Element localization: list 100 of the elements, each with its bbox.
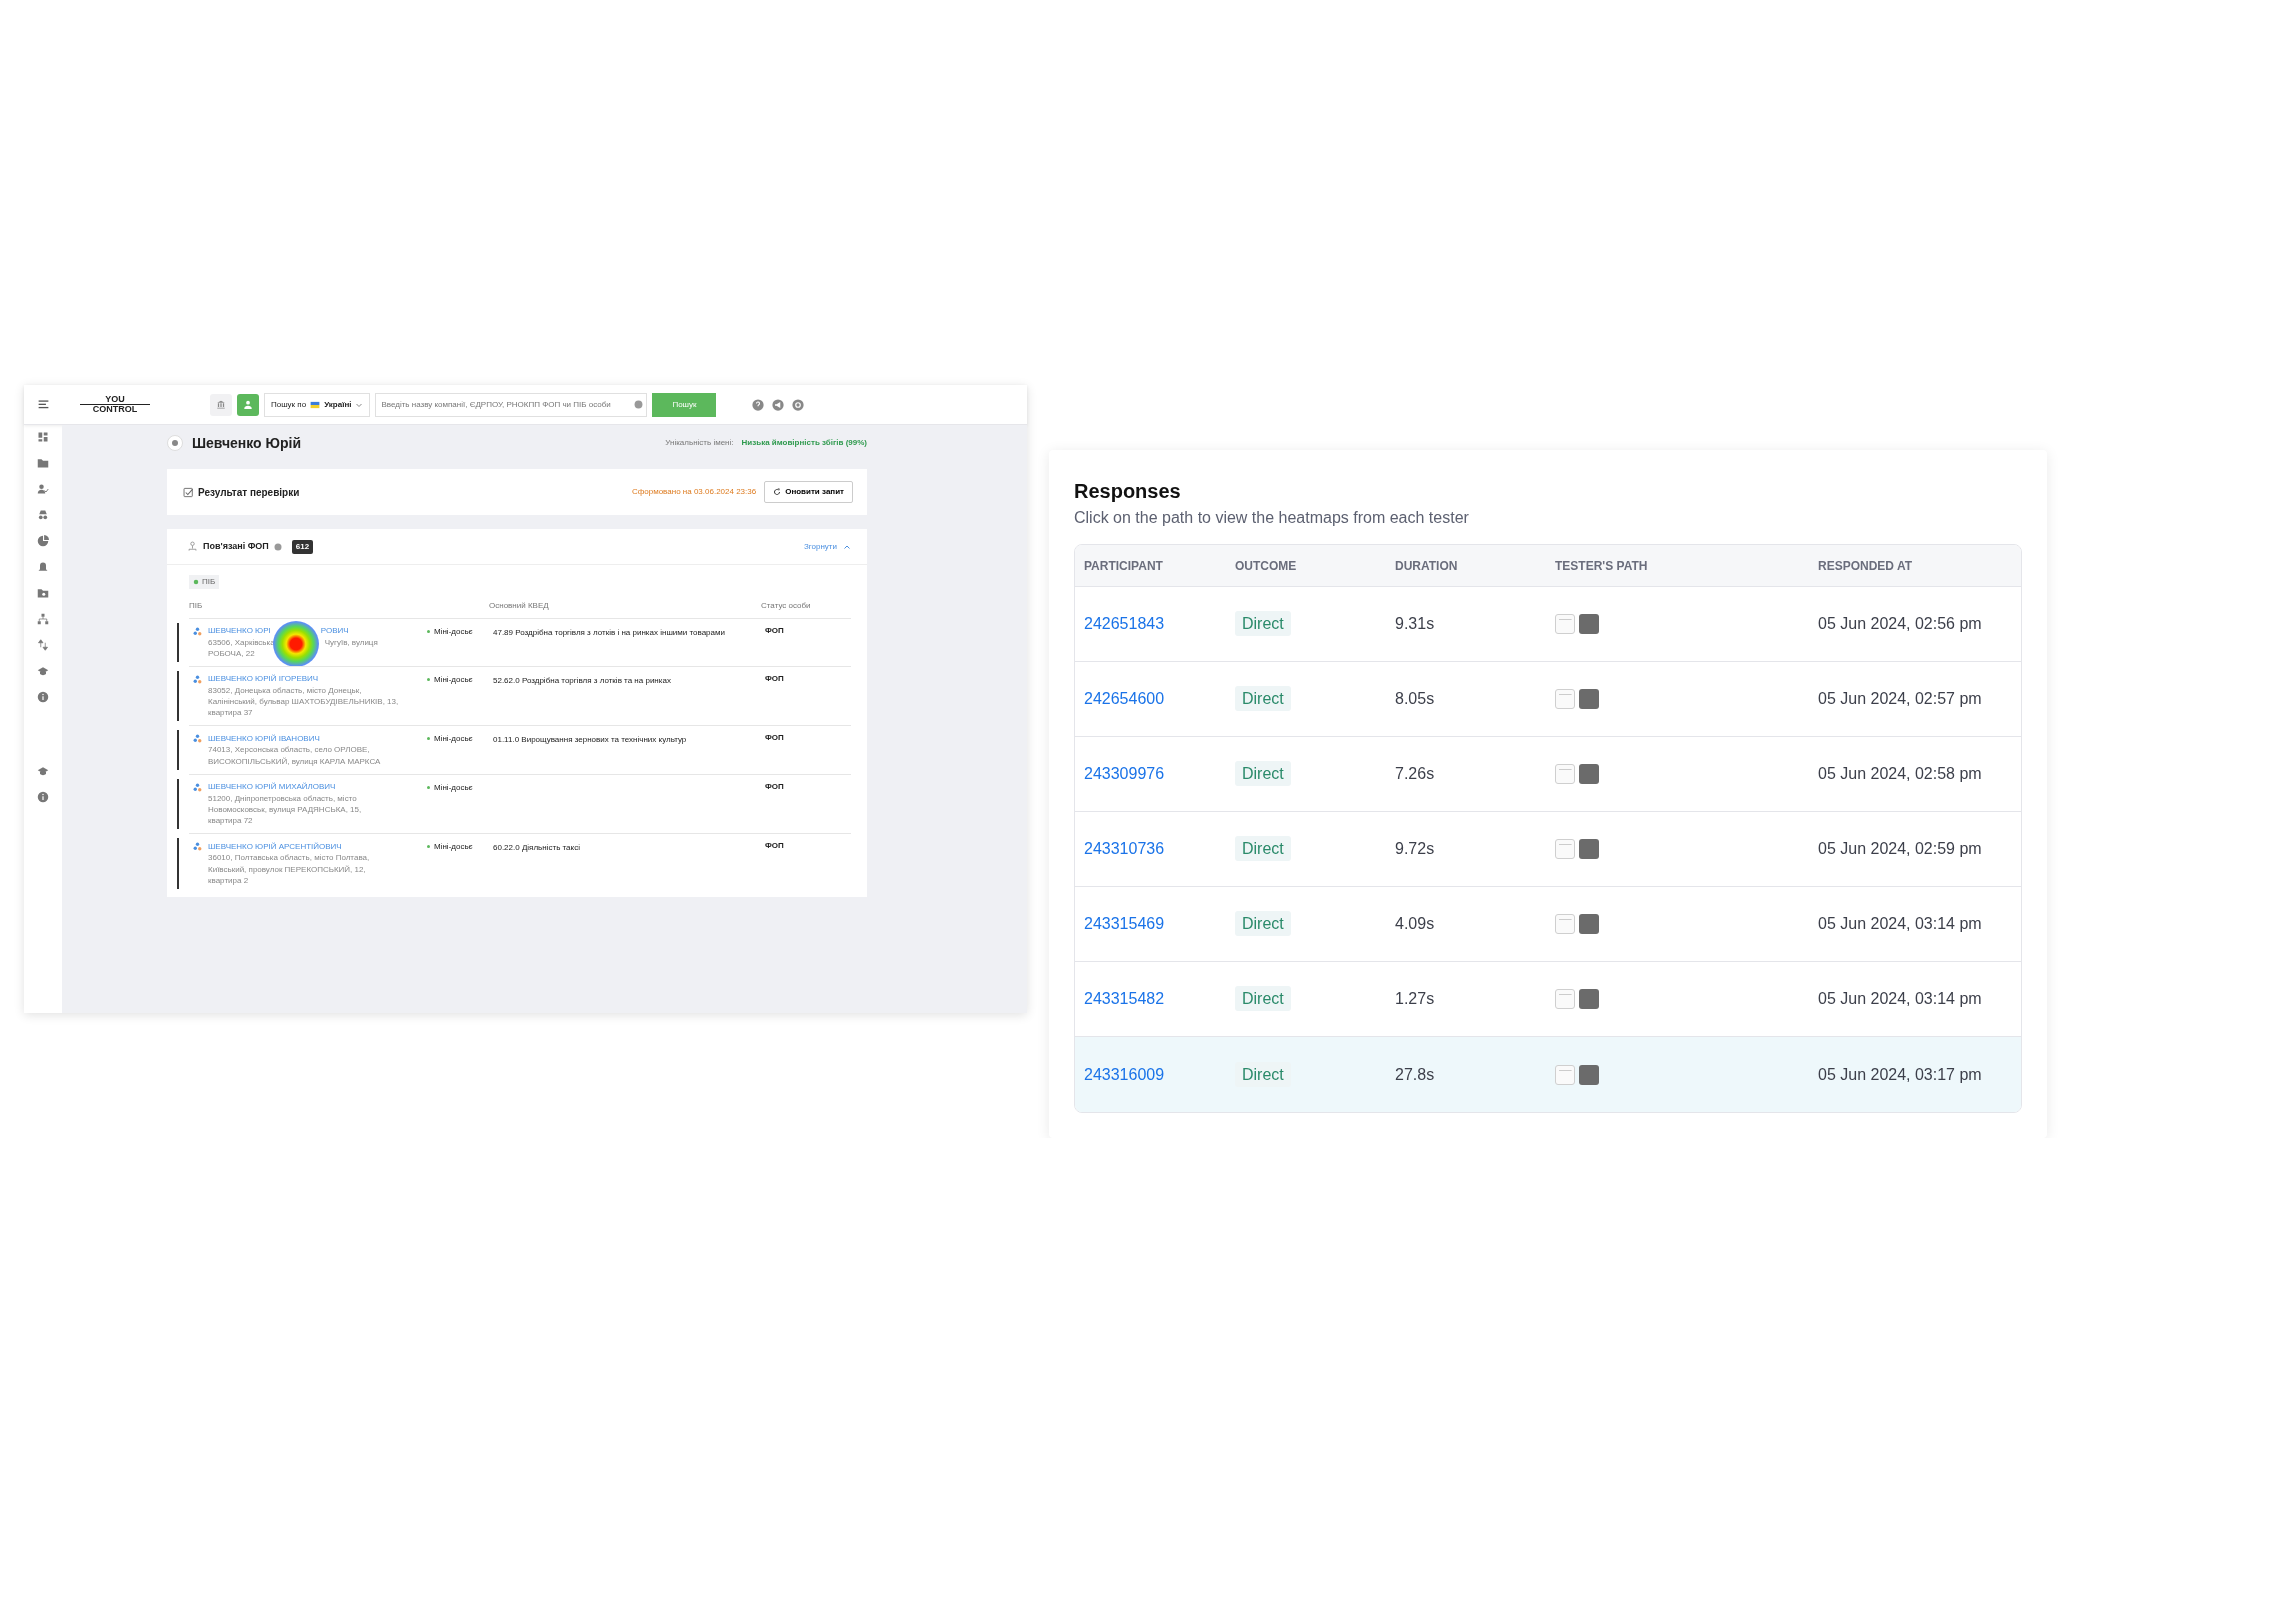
- avatar-icon: [167, 435, 183, 451]
- responded-cell-text: 05 Jun 2024, 03:17 pm: [1818, 1064, 1983, 1085]
- duration-cell-text: 9.72s: [1395, 839, 1436, 859]
- column-header: TESTER'S PATH: [1555, 557, 1649, 575]
- graduation-cap-icon[interactable]: [37, 665, 49, 677]
- dossier-link[interactable]: Міні-досьє: [434, 625, 473, 638]
- person-link[interactable]: РОВИЧ: [320, 625, 349, 637]
- search-field[interactable]: Введіть назву компанії, ЄДРПОУ, РНОКПП ФОП чи ПІБ особи: [375, 392, 648, 417]
- person-name: Шевченко Юрій: [192, 433, 302, 453]
- table-row[interactable]: 242651843 Direct 9.31s 05 Jun 2024, 02:56 pm: [1075, 587, 2021, 662]
- dark-thumbnail[interactable]: [1579, 1064, 1599, 1085]
- address-text: Київський, провулок ПЕРЕКОПСЬКИЙ, 12,: [208, 863, 366, 875]
- spy-icon[interactable]: [37, 509, 49, 521]
- dark-thumbnail[interactable]: [1579, 614, 1599, 634]
- building-icon: [216, 398, 226, 411]
- hierarchy-icon[interactable]: [37, 613, 49, 625]
- responded-cell-text: 05 Jun 2024, 02:56 pm: [1818, 614, 1983, 634]
- page-thumbnail[interactable]: [1555, 839, 1575, 859]
- participant-link[interactable]: 243310736: [1084, 840, 1165, 857]
- bell-icon[interactable]: [37, 561, 49, 573]
- duration-cell-text: 8.05s: [1395, 689, 1436, 709]
- dossier-link[interactable]: Міні-досьє: [434, 733, 473, 746]
- logo[interactable]: YOU CONTROL: [80, 394, 150, 415]
- person-button[interactable]: [237, 393, 259, 416]
- row-marker: [177, 838, 179, 889]
- page-thumbnail[interactable]: [1555, 614, 1575, 634]
- filter-chip[interactable]: ПІБ: [189, 575, 220, 589]
- table-row[interactable]: 243316009 Direct 27.8s 05 Jun 2024, 03:17 pm: [1075, 1037, 2021, 1112]
- refresh-button[interactable]: Оновити запит: [764, 481, 853, 503]
- megaphone-icon[interactable]: [772, 398, 785, 411]
- star-folder-icon[interactable]: [37, 587, 49, 599]
- address-text: Калінінський, бульвар ШАХТОБУДІВЕЛЬНИКІВ, 13,: [208, 696, 399, 708]
- info-icon[interactable]: [37, 791, 49, 803]
- dossier-link[interactable]: Міні-досьє: [434, 841, 473, 854]
- collapse-link[interactable]: Згорнути: [803, 540, 837, 553]
- participant-link[interactable]: 243316009: [1084, 1065, 1165, 1083]
- status-dot: [427, 845, 430, 849]
- count-badge: 612: [291, 539, 314, 554]
- table-row[interactable]: 243310736 Direct 9.72s 05 Jun 2024, 02:59 pm: [1075, 812, 2021, 887]
- graduation-cap-icon[interactable]: [37, 765, 49, 777]
- info-icon[interactable]: [37, 691, 49, 703]
- kved-text: 47.89 Роздрібна торгівля з лотків і на ринках іншими товарами: [493, 627, 725, 637]
- dossier-link[interactable]: Міні-досьє: [434, 781, 473, 794]
- participant-link[interactable]: 243315482: [1084, 990, 1165, 1007]
- building-button[interactable]: [210, 393, 232, 416]
- page-thumbnail[interactable]: [1555, 764, 1575, 784]
- dark-thumbnail[interactable]: [1579, 914, 1599, 934]
- refresh-icon: [773, 488, 782, 496]
- participant-link[interactable]: 243309976: [1084, 765, 1165, 782]
- page-thumbnail[interactable]: [1555, 689, 1575, 709]
- status-dot: [427, 677, 430, 681]
- duration-cell-text: 7.26s: [1395, 764, 1436, 784]
- kved-text: 60.22.0 Діяльність таксі: [493, 843, 580, 853]
- participant-link[interactable]: 242651843: [1084, 615, 1165, 632]
- menu-icon[interactable]: [36, 398, 50, 411]
- people-icon: [193, 734, 202, 744]
- flag-icon: [310, 399, 321, 410]
- result-title: Результат перевірки: [198, 485, 300, 500]
- settings-icon[interactable]: [792, 398, 805, 411]
- dark-thumbnail[interactable]: [1579, 689, 1599, 709]
- folder-icon[interactable]: [37, 457, 49, 469]
- column-header: DURATION: [1395, 557, 1459, 575]
- dashboard-icon[interactable]: [37, 431, 49, 443]
- dark-thumbnail[interactable]: [1579, 839, 1599, 859]
- column-header: RESPONDED AT: [1818, 557, 1913, 575]
- kved-text: 52.62.0 Роздрібна торгівля з лотків та на ринках: [493, 675, 671, 685]
- outcome-tag: Direct: [1235, 836, 1291, 861]
- uniqueness-label: Унікальність імені:: [665, 437, 734, 449]
- table-row[interactable]: 243315469 Direct 4.09s 05 Jun 2024, 03:14 pm: [1075, 887, 2021, 962]
- address-text: 36010, Полтавська область, місто Полтава,: [208, 852, 370, 864]
- generated-date: Сформовано на 03.06.2024 23:36: [631, 486, 757, 498]
- status-text: ФОП: [765, 625, 784, 637]
- page-thumbnail[interactable]: [1555, 914, 1575, 934]
- person-link[interactable]: ШЕВЧЕНКО ЮРІЙ МИХАЙЛОВИЧ: [208, 781, 336, 794]
- heatmap-blob: [272, 621, 319, 667]
- status-dot: [427, 629, 430, 633]
- person-link[interactable]: ШЕВЧЕНКО ЮРІЙ ІГОРЕВИЧ: [208, 673, 319, 686]
- table-row[interactable]: 243309976 Direct 7.26s 05 Jun 2024, 02:58 pm: [1075, 737, 2021, 812]
- sort-arrows-icon[interactable]: [37, 639, 49, 651]
- people-icon: [193, 782, 202, 792]
- table-row[interactable]: 242654600 Direct 8.05s 05 Jun 2024, 02:57 pm: [1075, 662, 2021, 737]
- page-thumbnail[interactable]: [1555, 1064, 1575, 1085]
- person-link-icon: [187, 541, 198, 552]
- outcome-tag: Direct: [1235, 986, 1291, 1011]
- scope-dropdown[interactable]: Пошук по Україні: [264, 392, 371, 417]
- person-link[interactable]: ШЕВЧЕНКО ЮРІЙ ІВАНОВИЧ: [208, 732, 320, 745]
- user-check-icon[interactable]: [37, 483, 49, 495]
- column-header: OUTCOME: [1235, 557, 1298, 575]
- responded-cell-text: 05 Jun 2024, 02:59 pm: [1818, 839, 1983, 859]
- dossier-link[interactable]: Міні-досьє: [434, 673, 473, 686]
- participant-link[interactable]: 243315469: [1084, 915, 1165, 932]
- pie-chart-icon[interactable]: [37, 535, 49, 547]
- participant-link[interactable]: 242654600: [1084, 690, 1165, 707]
- dark-thumbnail[interactable]: [1579, 764, 1599, 784]
- dark-thumbnail[interactable]: [1579, 989, 1599, 1009]
- column-header: PARTICIPANT: [1083, 557, 1164, 575]
- page-thumbnail[interactable]: [1555, 989, 1575, 1009]
- responded-cell-text: 05 Jun 2024, 02:57 pm: [1818, 689, 1983, 709]
- person-link[interactable]: ШЕВЧЕНКО ЮРІ: [208, 625, 271, 637]
- person-link[interactable]: ШЕВЧЕНКО ЮРІЙ АРСЕНТІЙОВИЧ: [208, 840, 342, 853]
